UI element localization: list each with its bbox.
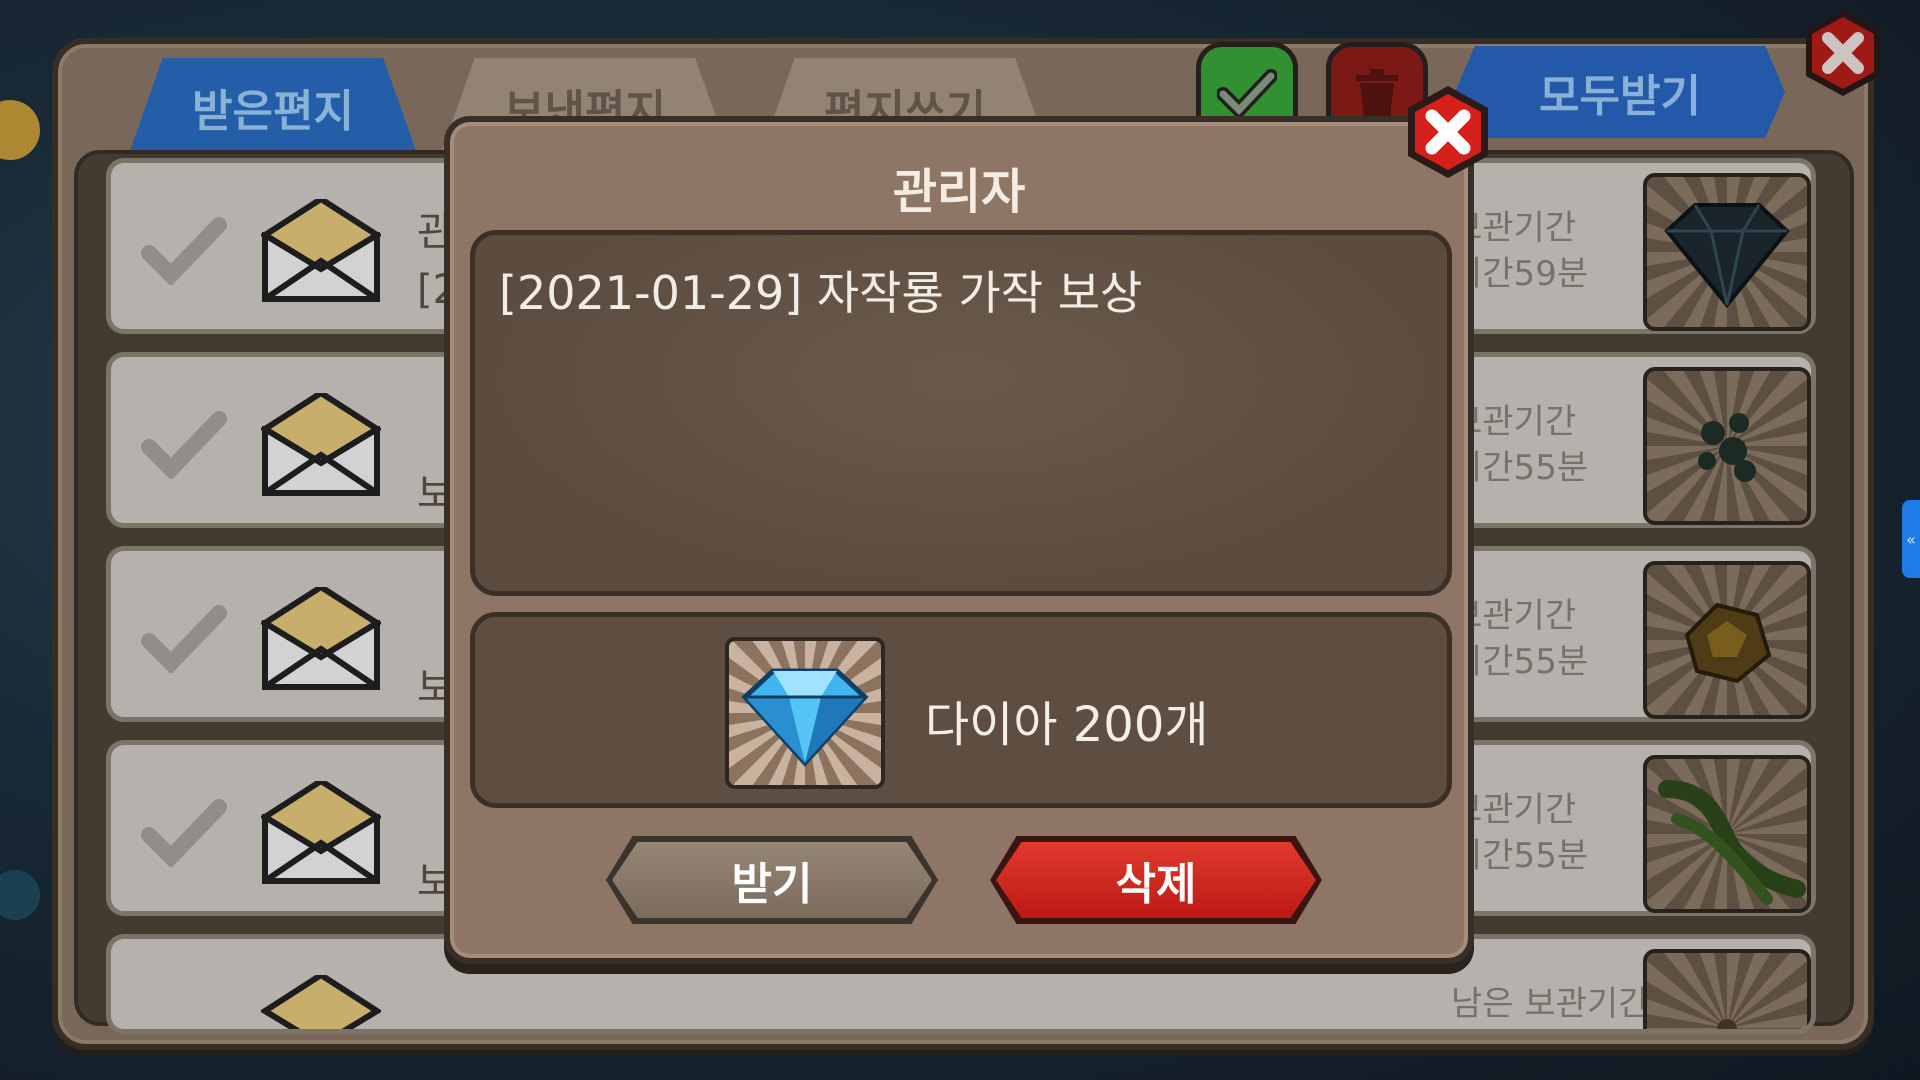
reward-item-slot <box>725 637 885 789</box>
message-box: [2021-01-29] 자작룡 가작 보상 <box>470 230 1452 596</box>
delete-button[interactable]: 삭제 <box>990 836 1322 924</box>
side-panel-handle[interactable]: « <box>1902 500 1920 578</box>
receive-button-label: 받기 <box>612 842 932 918</box>
close-icon[interactable] <box>1400 84 1496 180</box>
delete-button-label: 삭제 <box>996 842 1316 918</box>
receive-button[interactable]: 받기 <box>606 836 938 924</box>
diamond-icon <box>741 668 869 767</box>
message-text: [2021-01-29] 자작룡 가작 보상 <box>499 266 1143 320</box>
mail-detail-dialog: 관리자 [2021-01-29] 자작룡 가작 보상 다이아 200개 받기 삭… <box>444 116 1474 964</box>
reward-box: 다이아 200개 <box>470 612 1452 808</box>
dialog-title: 관리자 <box>892 164 1026 220</box>
reward-label: 다이아 200개 <box>925 697 1209 753</box>
